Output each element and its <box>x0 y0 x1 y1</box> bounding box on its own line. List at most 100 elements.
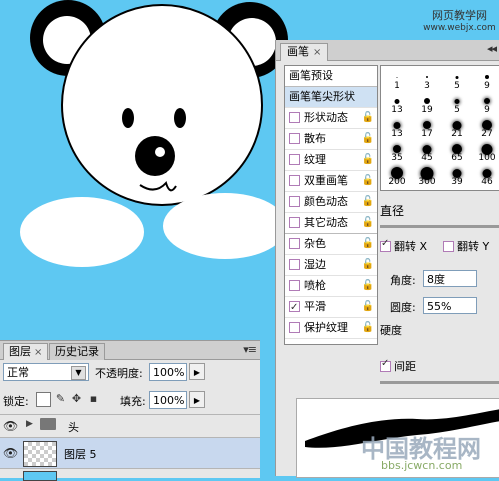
checkbox[interactable] <box>289 321 300 333</box>
brush-tip-cell[interactable]: 100 <box>473 140 499 164</box>
lock-icon[interactable]: 🔓 <box>362 108 374 128</box>
blend-mode-value: 正常 <box>7 366 29 379</box>
lock-icon[interactable]: 🔓 <box>362 150 374 170</box>
layer-row-group[interactable]: 👁 ▶ 头 <box>0 414 260 437</box>
checkbox-checked[interactable] <box>380 358 391 372</box>
checkbox-checked[interactable] <box>380 238 391 252</box>
checkbox[interactable] <box>289 195 300 207</box>
list-item[interactable]: 纹理 🔓 <box>285 150 377 171</box>
lock-icon[interactable]: 🔓 <box>362 255 374 275</box>
roundness-input[interactable]: 55% <box>423 297 477 314</box>
list-item[interactable]: 颜色动态 🔓 <box>285 192 377 213</box>
brush-tip-icon <box>423 121 431 129</box>
lock-transparency-icon[interactable] <box>36 392 51 407</box>
tab-brush[interactable]: 画笔 × <box>280 43 329 61</box>
list-item[interactable]: 湿边 🔓 <box>285 255 377 276</box>
brush-tip-cell[interactable]: 35 <box>383 140 411 164</box>
checkbox[interactable] <box>289 132 300 144</box>
lock-brush-icon[interactable]: ✎ <box>54 392 67 405</box>
brush-tip-cell[interactable]: 19 <box>413 92 441 116</box>
brush-tip-shape-item[interactable]: 画笔笔尖形状 <box>285 87 377 108</box>
opacity-arrow-icon[interactable]: ▶ <box>189 363 205 380</box>
spacing-checkbox[interactable]: 间距 <box>380 358 416 374</box>
lock-move-icon[interactable]: ✥ <box>70 392 83 405</box>
brush-tip-cell[interactable]: 59 <box>383 188 411 190</box>
tab-history[interactable]: 历史记录 <box>49 343 105 360</box>
expand-triangle-icon[interactable]: ▶ <box>26 419 33 429</box>
brush-tip-cell[interactable]: 27 <box>473 116 499 140</box>
layer-row-selected[interactable]: 👁 图层 5 <box>0 437 260 468</box>
brush-preset-item[interactable]: 画笔预设 <box>285 66 377 87</box>
brush-tip-cell[interactable]: 65 <box>443 140 471 164</box>
list-item[interactable]: 其它动态 🔓 <box>285 213 377 234</box>
brush-preset-label: 画笔预设 <box>289 69 333 82</box>
left-paw <box>20 197 144 267</box>
brush-tip-cell[interactable]: 39 <box>443 164 471 188</box>
brush-tip-cell[interactable]: 11 <box>413 188 441 190</box>
list-item[interactable]: 保护纹理 🔓 <box>285 318 377 339</box>
brush-tip-cell[interactable]: 5 <box>443 68 471 92</box>
close-icon[interactable]: × <box>34 347 42 358</box>
checkbox-checked[interactable] <box>289 298 300 318</box>
list-item[interactable]: 平滑 🔓 <box>285 297 377 318</box>
checkbox[interactable] <box>443 240 454 252</box>
lock-icon[interactable]: 🔓 <box>362 234 374 254</box>
checkbox[interactable] <box>289 279 300 291</box>
flip-y-checkbox[interactable]: 翻转 Y <box>443 238 489 254</box>
chevron-down-icon[interactable]: ▼ <box>71 366 86 380</box>
checkbox[interactable] <box>289 153 300 165</box>
fill-arrow-icon[interactable]: ▶ <box>189 391 205 408</box>
checkbox[interactable] <box>289 216 300 228</box>
spacing-slider[interactable] <box>380 381 499 384</box>
lock-icon[interactable]: 🔓 <box>362 318 374 338</box>
brush-tip-cell[interactable]: 300 <box>413 164 441 188</box>
lock-icon[interactable]: 🔓 <box>362 297 374 317</box>
panel-menu-icon[interactable]: ◂◂ <box>487 42 497 55</box>
diameter-slider[interactable] <box>380 225 499 228</box>
layer-name[interactable]: 图层 5 <box>64 446 97 462</box>
tab-layers[interactable]: 图层 × <box>3 343 49 360</box>
lock-icon[interactable]: 🔓 <box>362 171 374 191</box>
brush-tip-cell[interactable]: 45 <box>413 140 441 164</box>
brush-tip-cell[interactable]: 9 <box>473 68 499 92</box>
checkbox[interactable] <box>289 174 300 186</box>
blend-mode-select[interactable]: 正常 ▼ <box>3 363 89 381</box>
brush-tip-cell[interactable]: 46 <box>473 164 499 188</box>
brush-stroke-preview: 中国教程网 bbs.jcwcn.com <box>296 398 499 478</box>
brush-tip-grid[interactable]: 1359131959131721273545651002003003946591… <box>380 65 499 191</box>
lock-icon[interactable]: 🔓 <box>362 213 374 233</box>
close-icon[interactable]: × <box>313 47 321 58</box>
brush-tip-cell[interactable]: 3 <box>413 68 441 92</box>
layer-name[interactable]: 头 <box>68 419 79 435</box>
brush-tip-cell[interactable]: 13 <box>383 92 411 116</box>
lock-all-icon[interactable]: ▪ <box>87 392 100 405</box>
layer-row-partial[interactable] <box>0 468 260 481</box>
checkbox[interactable] <box>289 237 300 249</box>
brush-tip-cell[interactable]: 5 <box>443 92 471 116</box>
lock-icon[interactable]: 🔓 <box>362 276 374 296</box>
panel-menu-icon[interactable]: ▾≡ <box>243 343 257 356</box>
checkbox[interactable] <box>289 111 300 123</box>
flip-x-checkbox[interactable]: 翻转 X <box>380 238 427 254</box>
list-item[interactable]: 喷枪 🔓 <box>285 276 377 297</box>
list-item[interactable]: 散布 🔓 <box>285 129 377 150</box>
lock-icon[interactable]: 🔓 <box>362 129 374 149</box>
brush-tip-cell[interactable]: 21 <box>443 116 471 140</box>
brush-tip-cell[interactable]: 9 <box>473 92 499 116</box>
list-item-label: 形状动态 <box>304 111 348 124</box>
eye-icon[interactable]: 👁 <box>3 446 18 460</box>
list-item[interactable]: 双重画笔 🔓 <box>285 171 377 192</box>
brush-tip-cell[interactable]: 1 <box>383 68 411 92</box>
fill-input[interactable]: 100% <box>149 391 187 409</box>
list-item[interactable]: 杂色 🔓 <box>285 234 377 255</box>
list-item-label: 杂色 <box>304 237 326 250</box>
opacity-input[interactable]: 100% <box>149 363 187 381</box>
lock-icon[interactable]: 🔓 <box>362 192 374 212</box>
eye-icon[interactable]: 👁 <box>3 419 18 433</box>
angle-input[interactable]: 8度 <box>423 270 477 287</box>
list-item[interactable]: 形状动态 🔓 <box>285 108 377 129</box>
checkbox[interactable] <box>289 258 300 270</box>
brush-tip-cell[interactable]: 13 <box>383 116 411 140</box>
brush-tip-cell[interactable]: 200 <box>383 164 411 188</box>
brush-tip-cell[interactable]: 17 <box>413 116 441 140</box>
